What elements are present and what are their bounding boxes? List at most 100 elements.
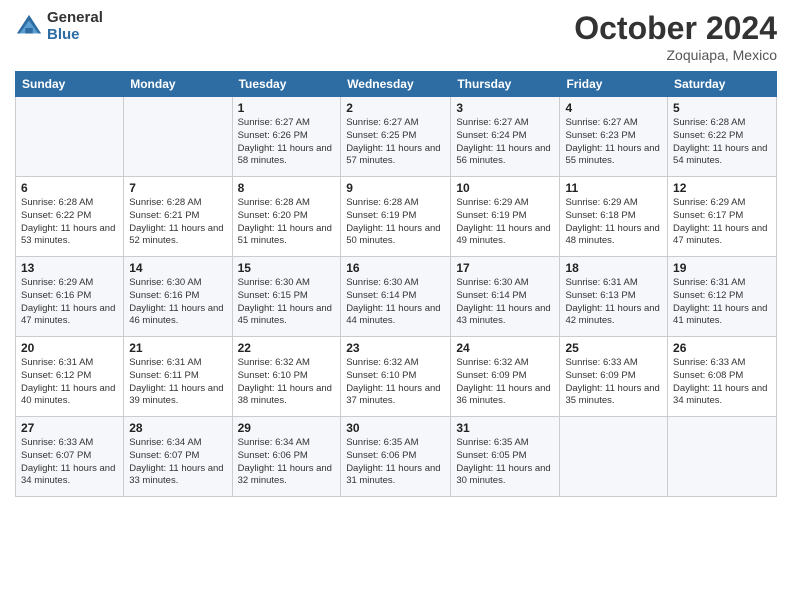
weekday-header-tuesday: Tuesday	[232, 72, 341, 97]
day-info: Sunrise: 6:31 AM Sunset: 6:11 PM Dayligh…	[129, 357, 226, 408]
day-number: 12	[673, 181, 771, 195]
calendar-header: SundayMondayTuesdayWednesdayThursdayFrid…	[16, 72, 777, 97]
day-number: 10	[456, 181, 554, 195]
calendar-cell	[668, 417, 777, 497]
calendar-cell	[560, 417, 668, 497]
weekday-header-thursday: Thursday	[451, 72, 560, 97]
day-info: Sunrise: 6:35 AM Sunset: 6:06 PM Dayligh…	[346, 437, 445, 488]
weekday-header-wednesday: Wednesday	[341, 72, 451, 97]
day-number: 24	[456, 341, 554, 355]
day-info: Sunrise: 6:28 AM Sunset: 6:19 PM Dayligh…	[346, 197, 445, 248]
day-info: Sunrise: 6:33 AM Sunset: 6:09 PM Dayligh…	[565, 357, 662, 408]
calendar-cell: 7Sunrise: 6:28 AM Sunset: 6:21 PM Daylig…	[124, 177, 232, 257]
weekday-header-friday: Friday	[560, 72, 668, 97]
page: General Blue October 2024 Zoquiapa, Mexi…	[0, 0, 792, 612]
day-info: Sunrise: 6:31 AM Sunset: 6:13 PM Dayligh…	[565, 277, 662, 328]
day-number: 17	[456, 261, 554, 275]
month-title: October 2024	[574, 10, 777, 47]
calendar-cell: 25 Sunrise: 6:33 AM Sunset: 6:09 PM Dayli…	[560, 337, 668, 417]
day-number: 16	[346, 261, 445, 275]
day-info: Sunrise: 6:31 AM Sunset: 6:12 PM Dayligh…	[673, 277, 771, 328]
logo: General Blue	[15, 10, 103, 43]
calendar-cell: 14 Sunrise: 6:30 AM Sunset: 6:16 PM Dayli…	[124, 257, 232, 337]
day-info: Sunrise: 6:32 AM Sunset: 6:09 PM Dayligh…	[456, 357, 554, 408]
header: General Blue October 2024 Zoquiapa, Mexi…	[15, 10, 777, 63]
logo-blue-text: Blue	[47, 27, 103, 44]
week-row-1: 1 Sunrise: 6:27 AM Sunset: 6:26 PM Daylig…	[16, 97, 777, 177]
day-number: 2	[346, 101, 445, 115]
calendar-cell: 24 Sunrise: 6:32 AM Sunset: 6:09 PM Dayli…	[451, 337, 560, 417]
day-number: 22	[238, 341, 336, 355]
day-number: 19	[673, 261, 771, 275]
day-number: 1	[238, 101, 336, 115]
day-number: 8	[238, 181, 336, 195]
day-number: 9	[346, 181, 445, 195]
day-info: Sunrise: 6:31 AM Sunset: 6:12 PM Dayligh…	[21, 357, 118, 408]
calendar-cell	[16, 97, 124, 177]
calendar-cell: 31 Sunrise: 6:35 AM Sunset: 6:05 PM Dayli…	[451, 417, 560, 497]
day-info: Sunrise: 6:28 AM Sunset: 6:22 PM Dayligh…	[673, 117, 771, 168]
day-info: Sunrise: 6:29 AM Sunset: 6:18 PM Dayligh…	[565, 197, 662, 248]
day-number: 7	[129, 181, 226, 195]
day-info: Sunrise: 6:29 AM Sunset: 6:17 PM Dayligh…	[673, 197, 771, 248]
day-number: 31	[456, 421, 554, 435]
calendar-cell: 6 Sunrise: 6:28 AM Sunset: 6:22 PM Daylig…	[16, 177, 124, 257]
day-number: 28	[129, 421, 226, 435]
day-number: 4	[565, 101, 662, 115]
calendar-cell: 30 Sunrise: 6:35 AM Sunset: 6:06 PM Dayli…	[341, 417, 451, 497]
calendar-cell: 21 Sunrise: 6:31 AM Sunset: 6:11 PM Dayli…	[124, 337, 232, 417]
day-number: 26	[673, 341, 771, 355]
calendar-cell: 11 Sunrise: 6:29 AM Sunset: 6:18 PM Dayli…	[560, 177, 668, 257]
title-block: October 2024 Zoquiapa, Mexico	[574, 10, 777, 63]
calendar-cell: 20 Sunrise: 6:31 AM Sunset: 6:12 PM Dayli…	[16, 337, 124, 417]
calendar-cell: 16Sunrise: 6:30 AM Sunset: 6:14 PM Dayli…	[341, 257, 451, 337]
calendar-cell: 9 Sunrise: 6:28 AM Sunset: 6:19 PM Daylig…	[341, 177, 451, 257]
calendar-cell: 18Sunrise: 6:31 AM Sunset: 6:13 PM Dayli…	[560, 257, 668, 337]
calendar-cell: 3 Sunrise: 6:27 AM Sunset: 6:24 PM Daylig…	[451, 97, 560, 177]
day-info: Sunrise: 6:27 AM Sunset: 6:25 PM Dayligh…	[346, 117, 445, 168]
day-number: 14	[129, 261, 226, 275]
calendar-cell: 15Sunrise: 6:30 AM Sunset: 6:15 PM Dayli…	[232, 257, 341, 337]
calendar-cell: 2 Sunrise: 6:27 AM Sunset: 6:25 PM Daylig…	[341, 97, 451, 177]
calendar-cell: 26Sunrise: 6:33 AM Sunset: 6:08 PM Dayli…	[668, 337, 777, 417]
day-info: Sunrise: 6:35 AM Sunset: 6:05 PM Dayligh…	[456, 437, 554, 488]
day-info: Sunrise: 6:30 AM Sunset: 6:14 PM Dayligh…	[456, 277, 554, 328]
day-number: 30	[346, 421, 445, 435]
day-number: 15	[238, 261, 336, 275]
week-row-5: 27Sunrise: 6:33 AM Sunset: 6:07 PM Dayli…	[16, 417, 777, 497]
day-info: Sunrise: 6:27 AM Sunset: 6:24 PM Dayligh…	[456, 117, 554, 168]
calendar-cell: 13Sunrise: 6:29 AM Sunset: 6:16 PM Dayli…	[16, 257, 124, 337]
week-row-2: 6 Sunrise: 6:28 AM Sunset: 6:22 PM Daylig…	[16, 177, 777, 257]
day-number: 21	[129, 341, 226, 355]
logo-text: General Blue	[47, 10, 103, 43]
day-number: 20	[21, 341, 118, 355]
day-info: Sunrise: 6:34 AM Sunset: 6:07 PM Dayligh…	[129, 437, 226, 488]
day-info: Sunrise: 6:30 AM Sunset: 6:16 PM Dayligh…	[129, 277, 226, 328]
day-number: 11	[565, 181, 662, 195]
week-row-4: 20 Sunrise: 6:31 AM Sunset: 6:12 PM Dayli…	[16, 337, 777, 417]
calendar-cell: 4Sunrise: 6:27 AM Sunset: 6:23 PM Daylig…	[560, 97, 668, 177]
day-number: 27	[21, 421, 118, 435]
calendar-cell: 5Sunrise: 6:28 AM Sunset: 6:22 PM Daylig…	[668, 97, 777, 177]
day-info: Sunrise: 6:34 AM Sunset: 6:06 PM Dayligh…	[238, 437, 336, 488]
calendar-cell: 27Sunrise: 6:33 AM Sunset: 6:07 PM Dayli…	[16, 417, 124, 497]
calendar-cell: 12 Sunrise: 6:29 AM Sunset: 6:17 PM Dayli…	[668, 177, 777, 257]
day-number: 3	[456, 101, 554, 115]
day-number: 25	[565, 341, 662, 355]
calendar-cell: 28 Sunrise: 6:34 AM Sunset: 6:07 PM Dayli…	[124, 417, 232, 497]
day-info: Sunrise: 6:32 AM Sunset: 6:10 PM Dayligh…	[238, 357, 336, 408]
day-info: Sunrise: 6:32 AM Sunset: 6:10 PM Dayligh…	[346, 357, 445, 408]
day-info: Sunrise: 6:28 AM Sunset: 6:20 PM Dayligh…	[238, 197, 336, 248]
day-number: 6	[21, 181, 118, 195]
calendar-cell: 8 Sunrise: 6:28 AM Sunset: 6:20 PM Daylig…	[232, 177, 341, 257]
calendar-cell: 22 Sunrise: 6:32 AM Sunset: 6:10 PM Dayli…	[232, 337, 341, 417]
weekday-row: SundayMondayTuesdayWednesdayThursdayFrid…	[16, 72, 777, 97]
calendar-cell: 19 Sunrise: 6:31 AM Sunset: 6:12 PM Dayli…	[668, 257, 777, 337]
day-info: Sunrise: 6:29 AM Sunset: 6:16 PM Dayligh…	[21, 277, 118, 328]
day-number: 29	[238, 421, 336, 435]
day-number: 23	[346, 341, 445, 355]
day-info: Sunrise: 6:28 AM Sunset: 6:22 PM Dayligh…	[21, 197, 118, 248]
calendar-cell: 1 Sunrise: 6:27 AM Sunset: 6:26 PM Daylig…	[232, 97, 341, 177]
calendar-table: SundayMondayTuesdayWednesdayThursdayFrid…	[15, 71, 777, 497]
day-info: Sunrise: 6:27 AM Sunset: 6:26 PM Dayligh…	[238, 117, 336, 168]
